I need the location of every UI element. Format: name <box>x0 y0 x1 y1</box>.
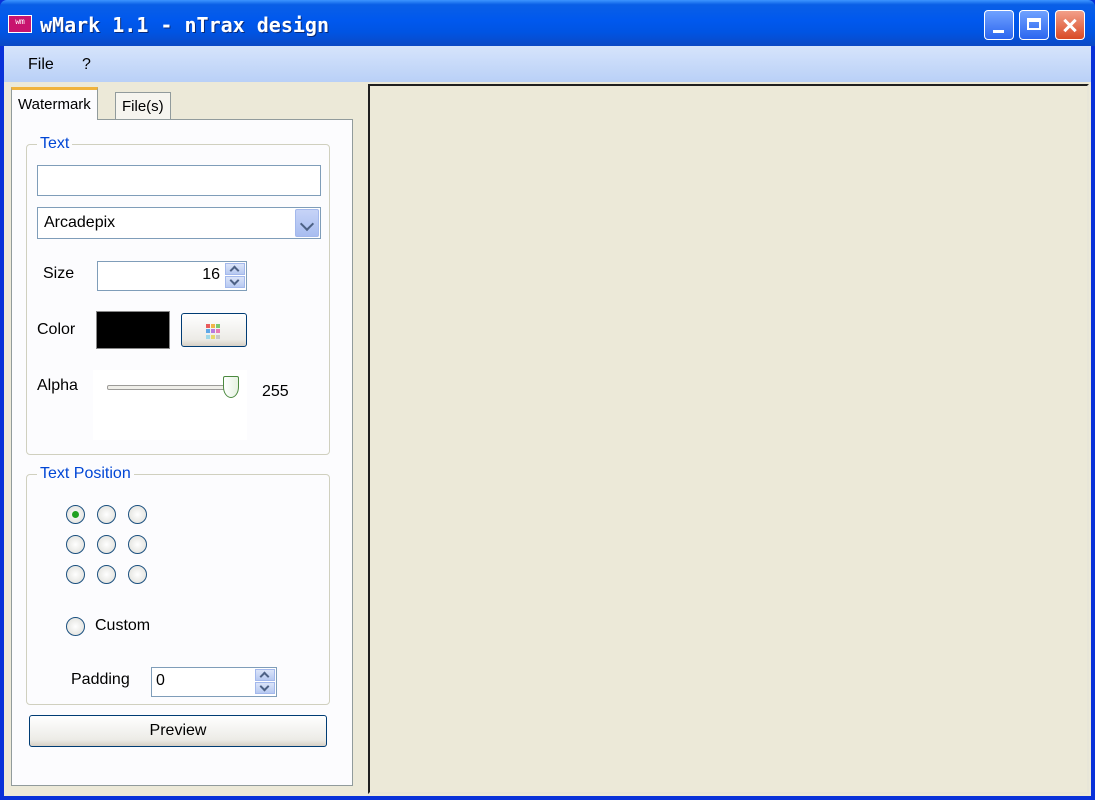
text-position-group: Text Position Custom Padding 0 <box>26 465 330 705</box>
text-group-label: Text <box>37 135 73 153</box>
padding-value: 0 <box>156 672 165 689</box>
padding-spin-buttons[interactable] <box>255 669 275 695</box>
app-icon: wm <box>8 15 32 33</box>
custom-label: Custom <box>95 617 151 634</box>
size-stepper[interactable]: 16 <box>97 261 247 291</box>
text-position-label: Text Position <box>37 465 134 483</box>
tab-files[interactable]: File(s) <box>115 92 171 120</box>
menu-file[interactable]: File <box>28 56 54 74</box>
padding-label: Padding <box>71 671 130 688</box>
app-window: wm wMark 1.1 - nTrax design File ? Water… <box>0 0 1095 800</box>
position-radio-3-1[interactable] <box>66 565 85 584</box>
alpha-slider[interactable] <box>93 370 247 440</box>
maximize-button[interactable] <box>1019 10 1049 40</box>
color-label: Color <box>37 321 76 338</box>
alpha-label: Alpha <box>37 377 78 394</box>
position-radio-1-1[interactable] <box>66 505 85 524</box>
preview-canvas[interactable] <box>368 84 1089 794</box>
spin-up-icon[interactable] <box>255 669 275 681</box>
position-radio-3-3[interactable] <box>128 565 147 584</box>
watermark-tab-page: Text Arcadepix Size 16 Color Alpha 255 T… <box>11 119 353 786</box>
alpha-slider-thumb[interactable] <box>223 376 239 398</box>
spin-down-icon[interactable] <box>255 682 275 694</box>
position-radio-1-2[interactable] <box>97 505 116 524</box>
menu-bar: File ? <box>4 46 1091 82</box>
watermark-text-input[interactable] <box>37 165 321 196</box>
close-button[interactable] <box>1055 10 1085 40</box>
custom-position-radio[interactable] <box>66 617 85 636</box>
color-picker-button[interactable] <box>181 313 247 347</box>
text-group: Text Arcadepix Size 16 Color Alpha 255 <box>26 135 330 455</box>
alpha-slider-track[interactable] <box>107 385 233 390</box>
position-radio-2-3[interactable] <box>128 535 147 554</box>
alpha-value: 255 <box>262 383 289 400</box>
client-area: File ? Watermark File(s) Text Arcadepix … <box>4 46 1091 796</box>
chevron-down-icon[interactable] <box>295 209 319 237</box>
size-spin-buttons[interactable] <box>225 263 245 289</box>
menu-help[interactable]: ? <box>82 56 91 74</box>
preview-button[interactable]: Preview <box>29 715 327 747</box>
color-swatch <box>96 311 170 349</box>
spin-up-icon[interactable] <box>225 263 245 275</box>
title-bar[interactable]: wm wMark 1.1 - nTrax design <box>0 0 1095 46</box>
position-radio-1-3[interactable] <box>128 505 147 524</box>
settings-panel: Watermark File(s) Text Arcadepix Size 16 <box>4 82 364 796</box>
spin-down-icon[interactable] <box>225 276 245 288</box>
font-select[interactable]: Arcadepix <box>37 207 321 239</box>
font-select-value: Arcadepix <box>44 214 116 231</box>
minimize-button[interactable] <box>984 10 1014 40</box>
padding-stepper[interactable]: 0 <box>151 667 277 697</box>
position-radio-2-2[interactable] <box>97 535 116 554</box>
position-radio-3-2[interactable] <box>97 565 116 584</box>
palette-icon <box>206 324 221 339</box>
size-value: 16 <box>202 266 220 283</box>
tab-watermark[interactable]: Watermark <box>11 87 98 120</box>
position-radio-2-1[interactable] <box>66 535 85 554</box>
size-label: Size <box>43 265 75 282</box>
window-title: wMark 1.1 - nTrax design <box>40 13 329 37</box>
